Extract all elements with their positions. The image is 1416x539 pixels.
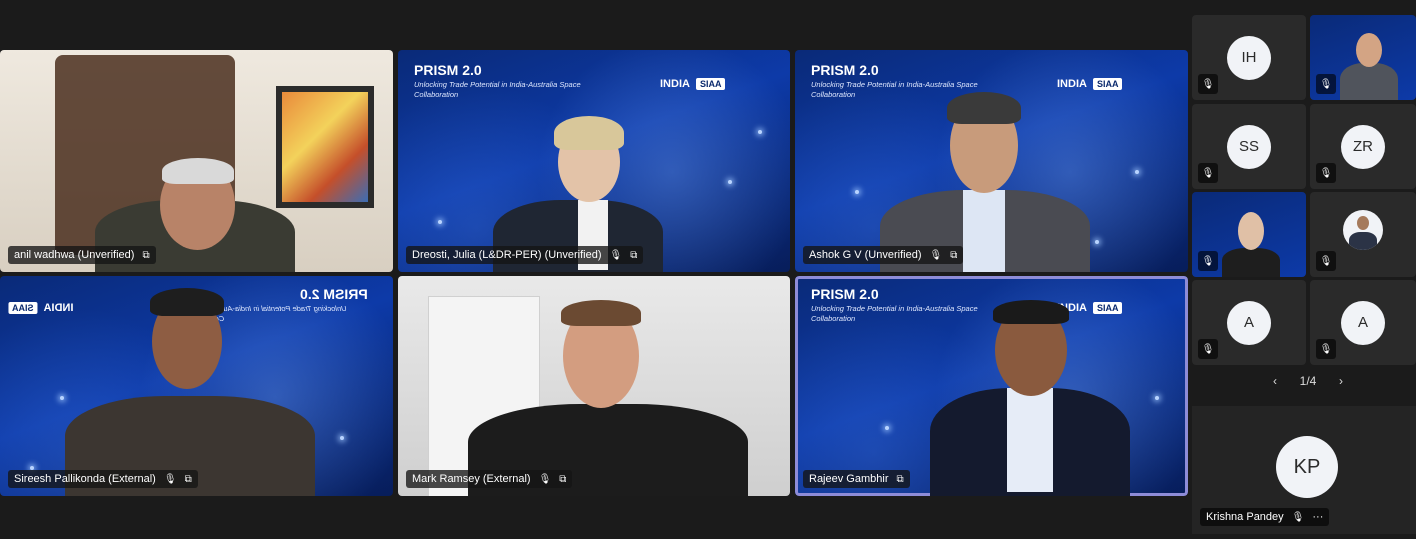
siaa-logo: SIAA — [1092, 302, 1123, 314]
name-tag: Dreosti, Julia (L&DR-PER) (Unverified) 🎙… — [406, 246, 644, 264]
siaa-logo: SIAA — [695, 78, 726, 90]
side-tile-ih[interactable]: IH 🎙 — [1192, 15, 1306, 100]
prism-title: PRISM 2.0 — [811, 286, 879, 302]
avatar: SS — [1227, 124, 1271, 169]
video-tile-anil[interactable]: anil wadhwa (Unverified) ⧉ — [0, 50, 393, 272]
avatar: ZR — [1341, 124, 1385, 169]
name-tag: Mark Ramsey (External) 🎙 ⧉ — [406, 470, 573, 488]
mic-icon: 🎙 — [1291, 511, 1305, 523]
logos: INDIA SIAA — [8, 302, 73, 314]
logos: INDIA SIAA — [1057, 78, 1123, 90]
next-page-button[interactable]: › — [1339, 374, 1343, 388]
name-tag: anil wadhwa (Unverified) ⧉ — [8, 246, 156, 264]
prism-subtitle: Unlocking Trade Potential in India-Austr… — [414, 80, 581, 99]
screen-icon: ⧉ — [950, 249, 958, 261]
mic-off-icon: 🎙 — [1316, 339, 1336, 359]
side-tile-ss[interactable]: SS 🎙 — [1192, 104, 1306, 189]
mic-off-icon: 🎙 — [1198, 163, 1218, 183]
screen-icon: ⧉ — [142, 249, 150, 261]
prev-page-button[interactable]: ‹ — [1273, 374, 1277, 388]
prism-title: PRISM 2.0 — [414, 62, 482, 78]
participant-name: anil wadhwa (Unverified) — [14, 249, 135, 261]
name-tag: Sireesh Pallikonda (External) 🎙 ⧉ — [8, 470, 198, 488]
mic-icon: 🎙 — [929, 249, 943, 261]
prism-title: PRISM 2.0 — [300, 286, 368, 302]
mic-icon: 🎙 — [163, 473, 177, 485]
participant-name: Mark Ramsey (External) — [412, 473, 531, 485]
video-tile-mark[interactable]: Mark Ramsey (External) 🎙 ⧉ — [398, 276, 790, 496]
siaa-logo: SIAA — [8, 302, 38, 314]
participant-name: Rajeev Gambhir — [809, 473, 889, 485]
pagination: ‹ 1/4 › — [1273, 374, 1343, 388]
presenter-panel[interactable]: KP Krishna Pandey 🎙 ··· — [1192, 406, 1416, 534]
video-tile-sireesh[interactable]: PRISM 2.0 Unlocking Trade Potential in I… — [0, 276, 393, 496]
side-tile-a1[interactable]: A 🎙 — [1192, 280, 1306, 365]
mic-off-icon: 🎙 — [1198, 74, 1218, 94]
mic-icon: 🎙 — [538, 473, 552, 485]
india-logo: INDIA — [43, 302, 74, 314]
screen-icon: ⧉ — [896, 473, 904, 485]
mic-off-icon: 🎙 — [1316, 163, 1336, 183]
mic-off-icon: 🎙 — [1316, 74, 1336, 94]
avatar: IH — [1227, 35, 1271, 80]
logos: INDIA SIAA — [660, 78, 726, 90]
name-tag: Krishna Pandey 🎙 ··· — [1200, 508, 1330, 526]
side-tile-zr[interactable]: ZR 🎙 — [1310, 104, 1416, 189]
avatar-photo — [1343, 210, 1383, 250]
video-tile-julia[interactable]: PRISM 2.0 Unlocking Trade Potential in I… — [398, 50, 790, 272]
side-tile-a2[interactable]: A 🎙 — [1310, 280, 1416, 365]
avatar: A — [1227, 300, 1271, 345]
mic-off-icon: 🎙 — [1198, 339, 1218, 359]
india-logo: INDIA — [660, 78, 690, 90]
participant-name: Ashok G V (Unverified) — [809, 249, 922, 261]
mic-off-icon: 🎙 — [1316, 251, 1336, 271]
participant-name: Krishna Pandey — [1206, 511, 1284, 523]
side-tile-video-2[interactable]: 🎙 — [1192, 192, 1306, 277]
siaa-logo: SIAA — [1092, 78, 1123, 90]
participant-name: Dreosti, Julia (L&DR-PER) (Unverified) — [412, 249, 602, 261]
side-tile-video-1[interactable]: 🎙 — [1310, 15, 1416, 100]
painting — [276, 86, 374, 208]
mic-icon: 🎙 — [609, 249, 623, 261]
video-tile-ashok[interactable]: PRISM 2.0 Unlocking Trade Potential in I… — [795, 50, 1188, 272]
prism-title: PRISM 2.0 — [811, 62, 879, 78]
avatar: A — [1341, 300, 1385, 345]
side-tile-photo[interactable]: 🎙 — [1310, 192, 1416, 277]
screen-icon: ⧉ — [559, 473, 567, 485]
avatar: KP — [1276, 436, 1338, 498]
mic-off-icon: 🎙 — [1198, 251, 1218, 271]
participant-name: Sireesh Pallikonda (External) — [14, 473, 156, 485]
screen-icon: ⧉ — [184, 473, 192, 485]
name-tag: Rajeev Gambhir ⧉ — [803, 470, 910, 488]
more-options-button[interactable]: ··· — [1312, 511, 1323, 523]
screen-icon: ⧉ — [630, 249, 638, 261]
name-tag: Ashok G V (Unverified) 🎙 ⧉ — [803, 246, 964, 264]
prism-subtitle: Unlocking Trade Potential in India-Austr… — [811, 304, 978, 323]
india-logo: INDIA — [1057, 78, 1087, 90]
video-tile-rajeev[interactable]: PRISM 2.0 Unlocking Trade Potential in I… — [795, 276, 1188, 496]
page-indicator: 1/4 — [1299, 374, 1317, 388]
